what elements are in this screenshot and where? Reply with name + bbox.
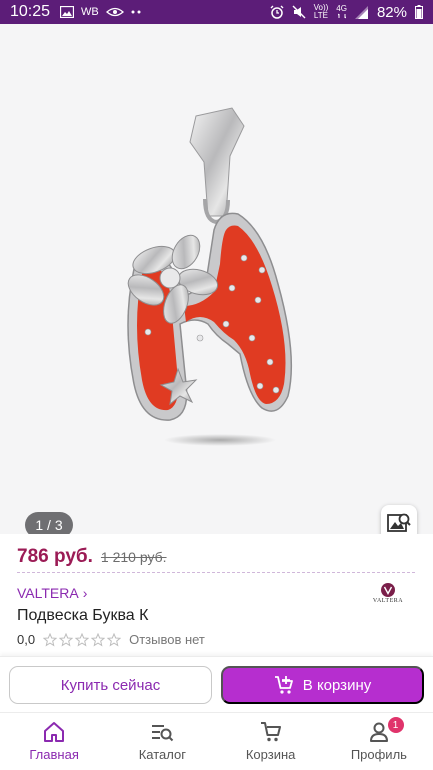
cart-plus-icon xyxy=(274,676,293,694)
brand-logo-icon xyxy=(381,583,395,597)
image-counter: 1 / 3 xyxy=(25,512,73,534)
add-to-cart-label: В корзину xyxy=(302,676,372,694)
brand-name: VALTERA xyxy=(17,585,79,601)
chevron-right-icon: › xyxy=(82,585,88,601)
mute-icon xyxy=(292,5,306,19)
home-icon xyxy=(42,720,66,744)
dots-icon xyxy=(131,10,141,14)
battery-icon xyxy=(415,5,423,19)
nav-home[interactable]: Главная xyxy=(0,713,108,770)
buy-now-button[interactable]: Купить сейчас xyxy=(9,666,212,704)
eye-icon xyxy=(105,7,124,17)
status-bar: 10:25 WB Vo)) LTE 4G 82% xyxy=(0,0,433,24)
image-icon xyxy=(60,6,75,18)
star-icon xyxy=(107,632,122,646)
rating-row[interactable]: 0,0 Отзывов нет xyxy=(17,632,205,647)
price-divider xyxy=(17,572,415,573)
star-icon xyxy=(59,632,74,646)
product-gallery[interactable]: 1 / 3 xyxy=(0,24,433,534)
profile-badge: 1 xyxy=(387,717,404,733)
image-search-icon xyxy=(387,513,411,532)
nav-cart-label: Корзина xyxy=(245,747,296,762)
nav-profile-label: Профиль xyxy=(350,747,407,762)
nav-profile[interactable]: 1 Профиль xyxy=(325,713,433,770)
product-photo xyxy=(127,107,293,446)
nav-catalog-label: Каталог xyxy=(138,747,186,762)
nav-cart[interactable]: Корзина xyxy=(217,713,325,770)
brand-link[interactable]: VALTERA › xyxy=(17,585,87,601)
catalog-icon xyxy=(150,720,174,744)
star-icon xyxy=(91,632,106,646)
brand-logo[interactable]: VALTERA xyxy=(368,582,408,608)
volte-label: Vo)) LTE xyxy=(313,3,329,20)
action-bar: Купить сейчас В корзину xyxy=(0,656,433,712)
nav-catalog[interactable]: Каталог xyxy=(108,713,216,770)
product-title: Подвеска Буква К xyxy=(17,607,149,624)
signal-icon xyxy=(354,5,369,19)
wb-icon: WB xyxy=(81,6,99,18)
add-to-cart-button[interactable]: В корзину xyxy=(221,666,424,704)
cart-icon xyxy=(259,720,283,744)
price-row: 786 руб. 1 210 руб. xyxy=(17,546,167,568)
rating-stars xyxy=(43,632,122,647)
network-type: 4G xyxy=(336,5,347,19)
reviews-count: Отзывов нет xyxy=(129,632,205,647)
rating-value: 0,0 xyxy=(17,632,36,647)
price-current: 786 руб. xyxy=(17,546,93,567)
nav-home-label: Главная xyxy=(29,747,79,762)
alarm-icon xyxy=(270,5,284,19)
battery-percent: 82% xyxy=(376,3,407,21)
star-icon xyxy=(75,632,90,646)
visual-search-button[interactable] xyxy=(381,505,417,534)
status-time: 10:25 xyxy=(10,3,51,20)
star-icon xyxy=(43,632,58,646)
brand-logo-text: VALTERA xyxy=(372,598,404,604)
bottom-nav: Главная Каталог Корзина 1 Профиль xyxy=(0,712,433,770)
price-old: 1 210 руб. xyxy=(100,549,167,565)
